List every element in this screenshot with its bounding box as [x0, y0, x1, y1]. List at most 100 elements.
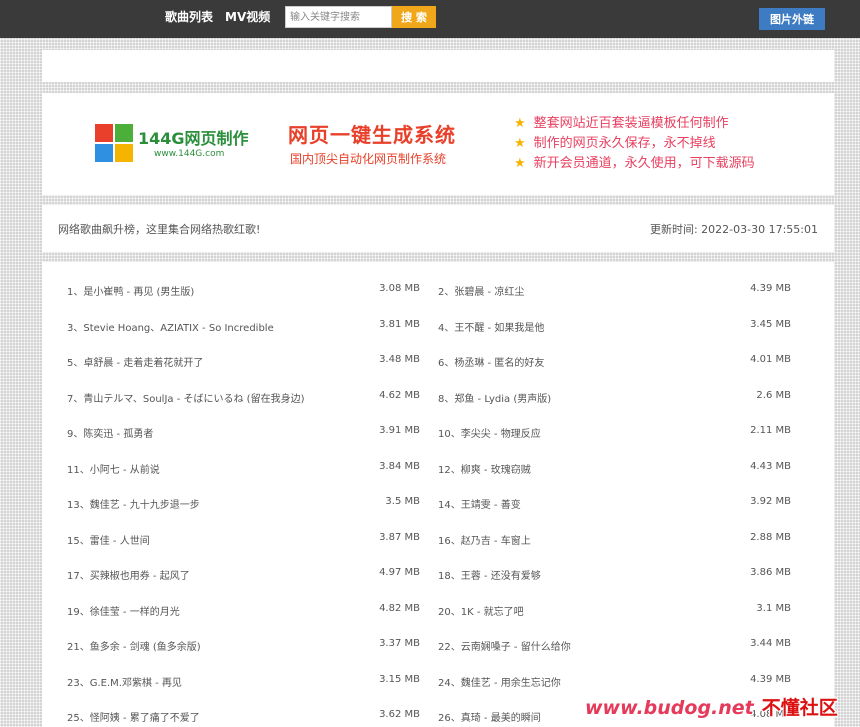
update-time: 更新时间: 2022-03-30 17:55:01 — [649, 223, 818, 236]
song-row[interactable]: 12、柳爽 - 玫瑰窃贼 4.43 MB — [438, 457, 791, 477]
star-icon: ★ — [514, 116, 526, 131]
song-list-panel: 1、是小崔鸭 - 再见 (男生版) 3.08 MB 2、张碧晨 - 凉红尘 4.39 … — [42, 262, 834, 727]
feature-item: ★ 整套网站近百套装逼模板任何制作 — [514, 115, 729, 133]
song-title: 14、王靖雯 - 善变 — [438, 500, 521, 511]
song-row[interactable]: 25、怪阿姨 - 累了痛了不爱了 3.62 MB — [67, 705, 420, 725]
song-row[interactable]: 2、张碧晨 - 凉红尘 4.39 MB — [438, 279, 791, 299]
song-row[interactable]: 22、云南娴嗓子 - 留什么给你 3.44 MB — [438, 634, 791, 654]
star-icon: ★ — [514, 136, 526, 151]
song-size: 3.62 MB — [379, 709, 420, 720]
logo-windows-icon — [95, 124, 133, 162]
song-row[interactable]: 18、王蓉 - 还没有爱够 3.86 MB — [438, 563, 791, 583]
song-title: 12、柳爽 - 玫瑰窃贼 — [438, 465, 531, 476]
song-row[interactable]: 9、陈奕迅 - 孤勇者 3.91 MB — [67, 421, 420, 441]
song-title: 5、卓舒晨 - 走着走着花就开了 — [67, 358, 204, 369]
logo-name: 144G网页制作 — [138, 129, 249, 148]
song-row[interactable]: 19、徐佳莹 - 一样的月光 4.82 MB — [67, 599, 420, 619]
song-row[interactable]: 21、鱼多余 - 剑魂 (鱼多余版) 3.37 MB — [67, 634, 420, 654]
song-size: 3.1 MB — [756, 603, 791, 614]
song-size: 3.84 MB — [379, 461, 420, 472]
song-title: 10、李尖尖 - 物理反应 — [438, 429, 541, 440]
logo-square-red — [95, 124, 113, 142]
song-size: 2.11 MB — [750, 425, 791, 436]
song-size: 3.86 MB — [750, 567, 791, 578]
logo-square-green — [115, 124, 133, 142]
info-bar: 网络歌曲飙升榜，这里集合网络热歌红歌! 更新时间: 2022-03-30 17:… — [42, 205, 834, 252]
logo-square-blue — [95, 144, 113, 162]
song-size: 4.62 MB — [379, 390, 420, 401]
nav-song-list-link[interactable]: 歌曲列表 — [165, 9, 213, 25]
song-row[interactable]: 8、郑鱼 - Lydia (男声版) 2.6 MB — [438, 386, 791, 406]
feature-text: 制作的网页永久保存，永不掉线 — [533, 136, 716, 151]
song-title: 23、G.E.M.邓紫棋 - 再见 — [67, 678, 182, 689]
song-row[interactable]: 23、G.E.M.邓紫棋 - 再见 3.15 MB — [67, 670, 420, 690]
song-title: 22、云南娴嗓子 - 留什么给你 — [438, 642, 571, 653]
song-size: 3.45 MB — [750, 319, 791, 330]
song-size: 3.5 MB — [385, 496, 420, 507]
feature-text: 整套网站近百套装逼模板任何制作 — [533, 116, 729, 131]
song-size: 3.81 MB — [379, 319, 420, 330]
song-size: 3.08 MB — [379, 283, 420, 294]
song-row[interactable]: 4、王不醒 - 如果我是他 3.45 MB — [438, 315, 791, 335]
song-row[interactable]: 15、雷佳 - 人世间 3.87 MB — [67, 528, 420, 548]
song-title: 1、是小崔鸭 - 再见 (男生版) — [67, 287, 195, 298]
star-icon: ★ — [514, 156, 526, 171]
song-size: 3.37 MB — [379, 638, 420, 649]
song-title: 21、鱼多余 - 剑魂 (鱼多余版) — [67, 642, 201, 653]
song-title: 20、1K - 就忘了吧 — [438, 607, 524, 618]
feature-item: ★ 制作的网页永久保存，永不掉线 — [514, 135, 716, 153]
song-row[interactable]: 10、李尖尖 - 物理反应 2.11 MB — [438, 421, 791, 441]
search-input[interactable] — [285, 6, 392, 28]
song-title: 3、Stevie Hoang、AZIATIX - So Incredible — [67, 323, 274, 334]
song-row[interactable]: 24、魏佳艺 - 用余生忘记你 4.39 MB — [438, 670, 791, 690]
song-size: 4.82 MB — [379, 603, 420, 614]
nav-mv-link[interactable]: MV视频 — [225, 9, 270, 25]
site-watermark: www.budog.net 不懂社区 — [585, 693, 838, 720]
song-title: 19、徐佳莹 - 一样的月光 — [67, 607, 180, 618]
song-title: 16、赵乃吉 - 车窗上 — [438, 536, 531, 547]
promo-banner[interactable]: 144G网页制作 www.144G.com 网页一键生成系统 国内顶尖自动化网页… — [42, 93, 834, 195]
song-title: 26、真琦 - 最美的瞬间 — [438, 713, 541, 724]
ad-placeholder — [42, 50, 834, 82]
song-size: 4.39 MB — [750, 674, 791, 685]
song-title: 24、魏佳艺 - 用余生忘记你 — [438, 678, 561, 689]
song-size: 3.91 MB — [379, 425, 420, 436]
watermark-name: 不懂社区 — [761, 697, 838, 719]
song-row[interactable]: 5、卓舒晨 - 走着走着花就开了 3.48 MB — [67, 350, 420, 370]
song-row[interactable]: 20、1K - 就忘了吧 3.1 MB — [438, 599, 791, 619]
song-row[interactable]: 17、买辣椒也用券 - 起风了 4.97 MB — [67, 563, 420, 583]
song-size: 4.39 MB — [750, 283, 791, 294]
song-title: 4、王不醒 - 如果我是他 — [438, 323, 545, 334]
song-title: 8、郑鱼 - Lydia (男声版) — [438, 394, 552, 405]
song-title: 15、雷佳 - 人世间 — [67, 536, 150, 547]
song-row[interactable]: 14、王靖雯 - 善变 3.92 MB — [438, 492, 791, 512]
feature-text: 新开会员通道，永久使用，可下载源码 — [533, 156, 755, 171]
song-size: 3.44 MB — [750, 638, 791, 649]
logo-url: www.144G.com — [154, 149, 225, 159]
song-size: 3.48 MB — [379, 354, 420, 365]
song-title: 2、张碧晨 - 凉红尘 — [438, 287, 525, 298]
song-title: 9、陈奕迅 - 孤勇者 — [67, 429, 154, 440]
search-button[interactable]: 搜 索 — [392, 6, 436, 28]
song-size: 2.88 MB — [750, 532, 791, 543]
song-size: 3.15 MB — [379, 674, 420, 685]
logo-square-yellow — [115, 144, 133, 162]
song-row[interactable]: 1、是小崔鸭 - 再见 (男生版) 3.08 MB — [67, 279, 420, 299]
song-size: 3.92 MB — [750, 496, 791, 507]
feature-item: ★ 新开会员通道，永久使用，可下载源码 — [514, 155, 755, 173]
banner-subtitle: 国内顶尖自动化网页制作系统 — [290, 152, 447, 166]
song-row[interactable]: 6、杨丞琳 - 匿名的好友 4.01 MB — [438, 350, 791, 370]
song-row[interactable]: 13、魏佳艺 - 九十九步退一步 3.5 MB — [67, 492, 420, 512]
song-title: 6、杨丞琳 - 匿名的好友 — [438, 358, 545, 369]
list-description: 网络歌曲飙升榜，这里集合网络热歌红歌! — [58, 223, 261, 236]
image-link-button[interactable]: 图片外链 — [759, 8, 825, 30]
song-row[interactable]: 3、Stevie Hoang、AZIATIX - So Incredible 3.… — [67, 315, 420, 335]
song-row[interactable]: 7、青山テルマ、SoulJa - そばにいるね (留在我身边) 4.62 MB — [67, 386, 420, 406]
song-row[interactable]: 16、赵乃吉 - 车窗上 2.88 MB — [438, 528, 791, 548]
song-row[interactable]: 11、小阿七 - 从前说 3.84 MB — [67, 457, 420, 477]
song-size: 2.6 MB — [756, 390, 791, 401]
song-size: 3.87 MB — [379, 532, 420, 543]
song-title: 7、青山テルマ、SoulJa - そばにいるね (留在我身边) — [67, 394, 305, 405]
song-title: 11、小阿七 - 从前说 — [67, 465, 160, 476]
song-size: 4.97 MB — [379, 567, 420, 578]
